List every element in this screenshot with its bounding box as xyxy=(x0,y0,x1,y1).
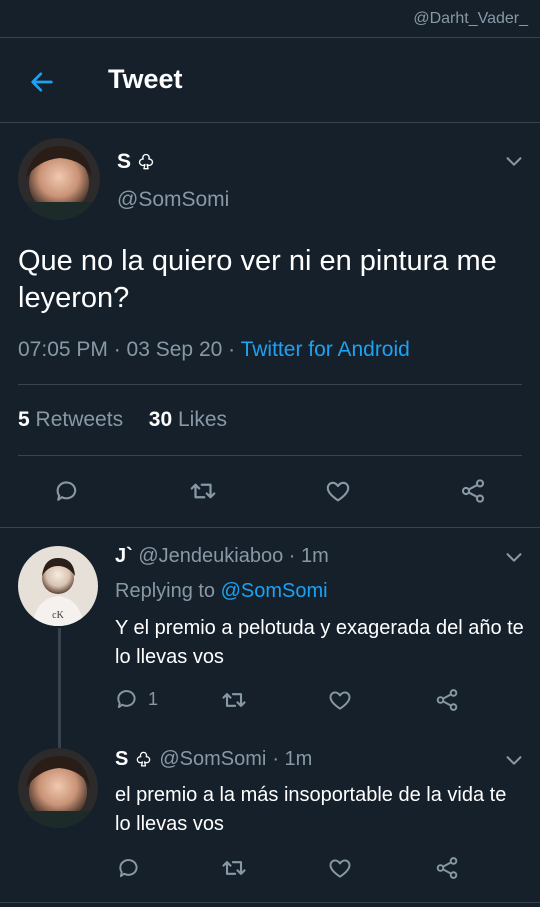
handle[interactable]: @SomSomi xyxy=(159,748,266,771)
retweet-button[interactable] xyxy=(188,476,218,506)
handle[interactable]: @Jendeukiaboo xyxy=(138,545,283,567)
thread-line xyxy=(58,628,61,748)
avatar[interactable] xyxy=(18,138,100,220)
retweets-label: Retweets xyxy=(35,408,124,431)
like-button[interactable] xyxy=(325,853,355,883)
retweet-icon xyxy=(222,861,246,875)
likes-count: 30 xyxy=(148,408,173,431)
reply-header: S @SomSomi · 1m xyxy=(115,748,312,771)
tweet-timestamp: 07:05 PM · 03 Sep 20 · xyxy=(18,338,241,361)
share-icon xyxy=(436,857,458,879)
club-icon xyxy=(137,751,151,767)
reply-button[interactable] xyxy=(52,476,82,506)
avatar[interactable] xyxy=(18,748,98,828)
retweet-icon xyxy=(190,483,216,499)
share-button[interactable] xyxy=(458,476,488,506)
like-icon xyxy=(329,691,351,710)
reply-text: el premio a la más insoportable de la vi… xyxy=(115,784,507,835)
reply-button[interactable] xyxy=(114,853,144,883)
retweets-count: 5 xyxy=(18,408,30,431)
retweet-icon xyxy=(222,693,246,707)
tweet-menu-button[interactable] xyxy=(503,150,525,172)
reply-time: · 1m xyxy=(272,748,313,770)
retweets-stat[interactable]: 5 Retweets xyxy=(18,408,123,431)
tweet-stats: 5 Retweets 30 Likes xyxy=(18,408,227,432)
handle[interactable]: @SomSomi xyxy=(117,188,229,212)
display-name-row: S xyxy=(117,150,156,174)
replying-prefix: Replying to xyxy=(115,580,221,602)
divider xyxy=(18,384,522,385)
display-name: S xyxy=(117,150,132,173)
reply-count: 1 xyxy=(148,688,159,709)
like-button[interactable] xyxy=(325,685,355,715)
likes-label: Likes xyxy=(177,408,227,431)
share-button[interactable] xyxy=(432,685,462,715)
chevron-down-icon xyxy=(506,756,522,765)
like-icon xyxy=(326,481,350,502)
divider xyxy=(0,527,540,528)
reply-button[interactable]: 1 xyxy=(114,686,158,712)
tweet-menu-button[interactable] xyxy=(503,749,525,771)
like-button[interactable] xyxy=(323,476,353,506)
page-title: Tweet xyxy=(108,64,183,94)
watermark: @Darht_Vader_ xyxy=(413,10,528,27)
chevron-down-icon xyxy=(506,157,522,166)
reply-icon xyxy=(119,859,138,878)
tweet-menu-button[interactable] xyxy=(503,546,525,568)
avatar[interactable]: cK xyxy=(18,546,98,626)
display-name: J` xyxy=(115,545,133,567)
reply-header: J` @Jendeukiaboo · 1m xyxy=(115,545,329,568)
like-icon xyxy=(329,859,351,878)
reply-icon xyxy=(56,481,77,501)
club-icon xyxy=(138,153,154,170)
display-name: S xyxy=(115,748,129,770)
divider xyxy=(18,455,522,456)
back-arrow-icon xyxy=(31,72,53,92)
svg-text:cK: cK xyxy=(52,610,64,621)
divider xyxy=(0,902,540,903)
retweet-button[interactable] xyxy=(219,685,249,715)
tweet-meta: 07:05 PM · 03 Sep 20 · Twitter for Andro… xyxy=(18,338,410,362)
replying-to-link[interactable]: @SomSomi xyxy=(221,580,328,602)
share-button[interactable] xyxy=(432,853,462,883)
tweet-source-link[interactable]: Twitter for Android xyxy=(241,338,410,361)
chevron-down-icon xyxy=(506,553,522,562)
tweet-text: Que no la quiero ver ni en pintura me le… xyxy=(18,245,497,314)
share-icon xyxy=(436,689,458,711)
divider xyxy=(0,37,540,38)
divider xyxy=(0,122,540,123)
reply-text: Y el premio a pelotuda y exagerada del a… xyxy=(115,617,524,668)
reply-icon xyxy=(117,690,136,709)
replying-to: Replying to @SomSomi xyxy=(115,580,328,603)
retweet-button[interactable] xyxy=(219,853,249,883)
share-icon xyxy=(461,479,485,503)
back-button[interactable] xyxy=(24,64,60,100)
likes-stat[interactable]: 30 Likes xyxy=(149,408,227,431)
reply-time: · 1m xyxy=(288,545,329,567)
